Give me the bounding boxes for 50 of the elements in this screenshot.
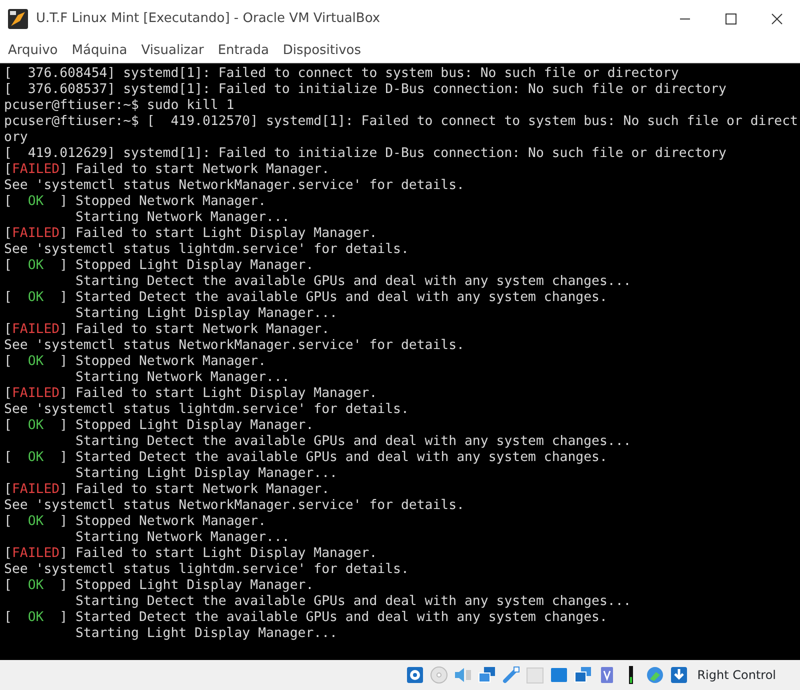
menu-item[interactable]: Máquina (72, 40, 128, 60)
terminal-line: pcuser@ftiuser:~$ [ 419.012570] systemd[1]: Failed to connect to system bus: No such file or direct (4, 114, 798, 130)
screens-icon[interactable] (573, 665, 594, 685)
terminal-line: Starting Light Display Manager... (74, 306, 338, 322)
terminal-line: [ OK ] Stopped Light Display Manager. (4, 258, 314, 274)
host-key-label: Right Control (697, 667, 776, 684)
app-icon (8, 9, 28, 29)
terminal-line: [ OK ] Stopped Network Manager. (4, 514, 266, 530)
menu-item[interactable]: Arquivo (8, 40, 58, 60)
terminal-line: [ OK ] Started Detect the available GPUs and deal with any system changes. (4, 450, 608, 466)
menu-item[interactable]: Visualizar (141, 40, 204, 60)
terminal-line: [ 419.012629] systemd[1]: Failed to initialize D-Bus connection: No such file or directory (4, 146, 726, 162)
terminal-line: [FAILED] Failed to start Network Manager. (4, 162, 330, 178)
terminal-line: [ OK ] Started Detect the available GPUs and deal with any system changes. (4, 610, 608, 626)
terminal-line: [ OK ] Stopped Light Display Manager. (4, 418, 314, 434)
terminal-line: [FAILED] Failed to start Light Display Manager. (4, 546, 378, 562)
terminal-line: See 'systemctl status NetworkManager.service' for details. (4, 498, 464, 514)
terminal-line: [ 376.608454] systemd[1]: Failed to connect to system bus: No such file or directory (4, 66, 679, 82)
terminal-line: [ OK ] Stopped Network Manager. (4, 354, 266, 370)
terminal-line: [FAILED] Failed to start Network Manager. (4, 482, 330, 498)
close-icon[interactable] (771, 13, 783, 25)
terminal-line: ory (4, 130, 28, 146)
terminal-line: See 'systemctl status lightdm.service' for details. (4, 402, 409, 418)
terminal-line: pcuser@ftiuser:~$ sudo kill 1 (4, 98, 234, 114)
menu-item[interactable]: Entrada (218, 40, 269, 60)
terminal-line: Starting Network Manager... (74, 370, 290, 386)
menu-item[interactable]: Dispositivos (282, 40, 362, 60)
terminal-line: See 'systemctl status lightdm.service' for details. (4, 242, 409, 258)
terminal-line: [FAILED] Failed to start Network Manager. (4, 322, 330, 338)
terminal-line: See 'systemctl status NetworkManager.service' for details. (4, 178, 464, 194)
terminal-line: [ OK ] Stopped Network Manager. (4, 194, 266, 210)
maximize-icon[interactable] (725, 13, 737, 25)
network-icon[interactable] (477, 665, 498, 685)
terminal-line: Starting Light Display Manager... (74, 626, 338, 642)
terminal-line: Starting Network Manager... (74, 210, 290, 226)
terminal-line: Starting Light Display Manager... (74, 466, 338, 482)
usb-icon[interactable] (501, 665, 522, 685)
terminal-line: Starting Network Manager... (74, 530, 290, 546)
download-icon[interactable] (669, 665, 690, 685)
terminal-line: See 'systemctl status NetworkManager.service' for details. (4, 338, 464, 354)
terminal-line: [ 376.608537] systemd[1]: Failed to initialize D-Bus connection: No such file or directory (4, 82, 726, 98)
terminal-line: [ OK ] Started Detect the available GPUs and deal with any system changes. (4, 290, 608, 306)
terminal-line: [FAILED] Failed to start Light Display Manager. (4, 226, 378, 242)
terminal-line: [ OK ] Stopped Light Display Manager. (4, 578, 314, 594)
terminal-line: Starting Detect the available GPUs and deal with any system changes... (74, 274, 632, 290)
terminal-line: Starting Detect the available GPUs and deal with any system changes... (74, 594, 632, 610)
terminal-line: See 'systemctl status lightdm.service' for details. (4, 562, 409, 578)
window-title: U.T.F Linux Mint [Executando] - Oracle VM VirtualBox (36, 10, 380, 28)
terminal-line: Starting Detect the available GPUs and deal with any system changes... (74, 434, 632, 450)
terminal-line: [FAILED] Failed to start Light Display Manager. (4, 386, 378, 402)
